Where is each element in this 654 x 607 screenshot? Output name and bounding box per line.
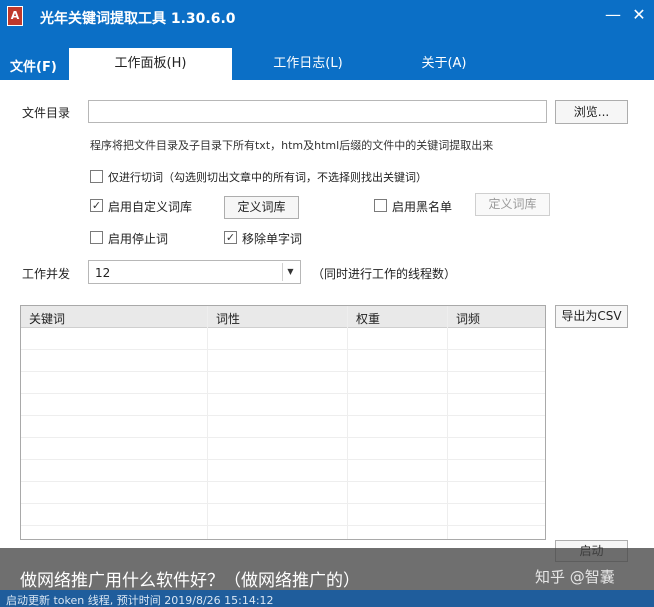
title-bar: A 光年关键词提取工具 1.30.6.0 — ✕ xyxy=(0,0,654,36)
app-icon: A xyxy=(7,6,23,26)
export-csv-button[interactable]: 导出为CSV xyxy=(555,305,628,328)
column-pos[interactable]: 词性 xyxy=(216,310,240,327)
browse-button[interactable]: 浏览... xyxy=(555,100,628,124)
status-text: 启动更新 token 线程, 预计时间 2019/8/26 15:14:12 xyxy=(6,594,274,607)
table-row xyxy=(21,350,545,372)
status-bar: 启动更新 token 线程, 预计时间 2019/8/26 15:14:12 xyxy=(0,590,654,607)
concurrency-label: 工作并发 xyxy=(22,267,71,281)
table-row xyxy=(21,460,545,482)
table-header: 关键词 词性 权重 词频 xyxy=(21,306,545,328)
table-row xyxy=(21,504,545,526)
menu-file[interactable]: 文件(F) xyxy=(10,56,57,75)
concurrency-value: 12 xyxy=(95,266,111,280)
minimize-icon[interactable]: — xyxy=(604,6,622,24)
column-keyword[interactable]: 关键词 xyxy=(29,310,65,327)
close-icon[interactable]: ✕ xyxy=(630,6,648,24)
stopwords-checkbox[interactable] xyxy=(90,231,103,244)
keyword-table[interactable]: 关键词 词性 权重 词频 xyxy=(20,305,546,540)
dir-label: 文件目录 xyxy=(22,106,71,120)
table-row xyxy=(21,394,545,416)
define-dict-button[interactable]: 定义词库 xyxy=(224,196,299,219)
stopwords-label: 启用停止词 xyxy=(108,232,169,246)
column-frequency[interactable]: 词频 xyxy=(456,310,480,327)
remove-single-checkbox[interactable]: ✓ xyxy=(224,231,237,244)
concurrency-select[interactable]: 12 ▼ xyxy=(88,260,301,284)
table-row xyxy=(21,482,545,504)
segment-only-label: 仅进行切词（勾选则切出文章中的所有词，不选择则找出关键词） xyxy=(108,171,427,184)
blacklist-label: 启用黑名单 xyxy=(392,200,453,214)
custom-dict-checkbox[interactable]: ✓ xyxy=(90,199,103,212)
segment-only-checkbox[interactable] xyxy=(90,170,103,183)
table-row xyxy=(21,328,545,350)
concurrency-hint: （同时进行工作的线程数） xyxy=(312,267,457,281)
table-row xyxy=(21,438,545,460)
table-row xyxy=(21,372,545,394)
window-title: 光年关键词提取工具 1.30.6.0 xyxy=(40,11,236,27)
tab-work-log[interactable]: 工作日志(L) xyxy=(240,48,376,80)
remove-single-label: 移除单字词 xyxy=(242,232,303,246)
banner-title: 做网络推广用什么软件好？（做网络推广的） xyxy=(20,571,360,591)
blacklist-checkbox[interactable] xyxy=(374,199,387,212)
tab-work-panel[interactable]: 工作面板(H) xyxy=(69,48,232,80)
article-banner: 做网络推广用什么软件好？（做网络推广的） 知乎 @智囊 xyxy=(0,548,654,591)
custom-dict-label: 启用自定义词库 xyxy=(108,200,193,214)
tab-about[interactable]: 关于(A) xyxy=(376,48,512,80)
column-weight[interactable]: 权重 xyxy=(356,310,380,327)
menu-bar: 文件(F) 工作面板(H) 工作日志(L) 关于(A) xyxy=(0,36,654,80)
chevron-down-icon[interactable]: ▼ xyxy=(282,263,298,281)
dir-input[interactable] xyxy=(88,100,547,123)
define-blacklist-button[interactable]: 定义词库 xyxy=(475,193,550,216)
watermark: 知乎 @智囊 xyxy=(535,568,615,586)
table-row xyxy=(21,416,545,438)
description-text: 程序将把文件目录及子目录下所有txt，htm及html后缀的文件中的关键词提取出… xyxy=(90,139,494,152)
